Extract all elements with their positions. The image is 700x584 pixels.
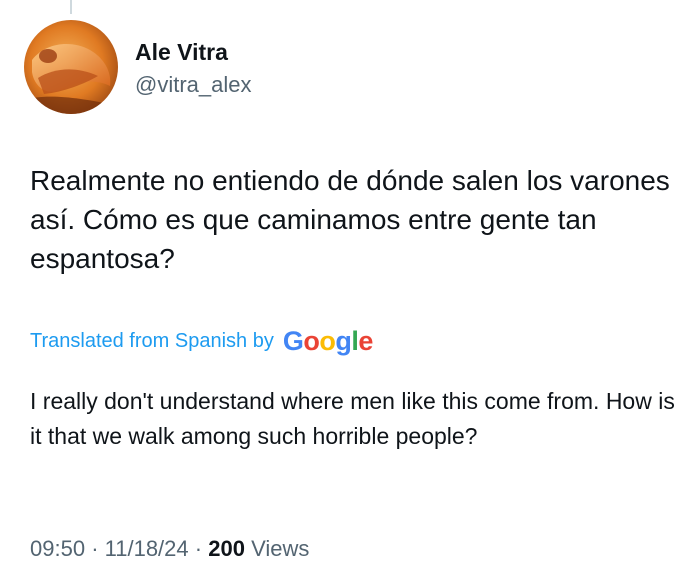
google-logo-letter: o bbox=[303, 326, 320, 356]
tweet-time[interactable]: 09:50 bbox=[30, 536, 85, 561]
views-label: Views bbox=[251, 536, 310, 561]
author-display-name[interactable]: Ale Vitra bbox=[135, 38, 228, 66]
avatar-image bbox=[24, 20, 118, 114]
views-count: 200 bbox=[208, 536, 245, 561]
tweet-text: Realmente no entiendo de dónde salen los… bbox=[30, 165, 670, 274]
google-logo-letter: G bbox=[282, 326, 304, 356]
google-logo-letter: o bbox=[319, 326, 336, 356]
author-handle[interactable]: @vitra_alex bbox=[135, 71, 252, 99]
tweet-meta: 09:50 · 11/18/24 · 200 Views bbox=[30, 534, 309, 564]
google-logo-letter: g bbox=[335, 326, 352, 356]
meta-separator: · bbox=[91, 536, 99, 561]
google-logo: Google bbox=[282, 323, 374, 359]
google-logo-letter: e bbox=[358, 326, 373, 356]
thread-connector-line bbox=[70, 0, 72, 14]
meta-separator: · bbox=[194, 536, 203, 561]
avatar[interactable] bbox=[24, 20, 118, 114]
translated-text: I really don't understand where men like… bbox=[30, 388, 675, 449]
tweet-date[interactable]: 11/18/24 bbox=[105, 536, 189, 561]
translation-attribution[interactable]: Translated from Spanish by Google bbox=[30, 323, 373, 359]
translated-from-label[interactable]: Translated from Spanish by bbox=[30, 330, 274, 353]
